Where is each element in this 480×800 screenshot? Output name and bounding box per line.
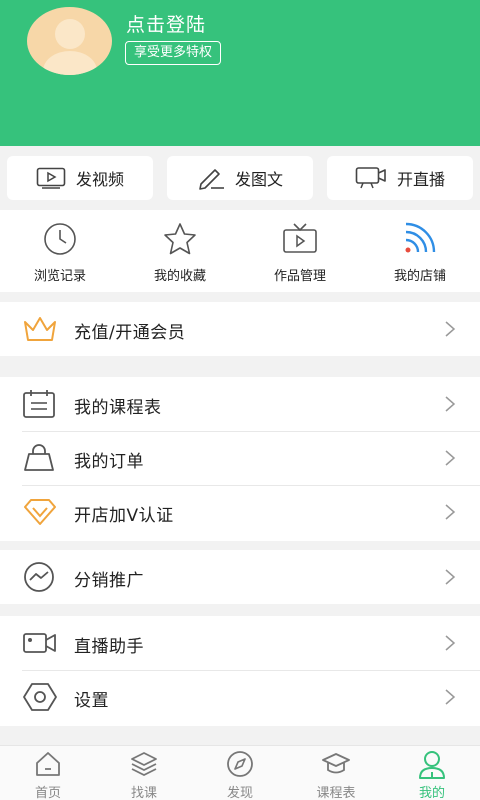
schedule-label: 我的课程表: [74, 398, 162, 418]
crown-icon: [24, 317, 56, 341]
user-icon: [419, 751, 445, 779]
distribution-label: 分销推广: [74, 571, 144, 591]
grid-item-favorites[interactable]: 我的收藏: [120, 210, 240, 292]
tab-discover-label: 发现: [226, 786, 253, 800]
chevron-right-icon: [445, 635, 456, 651]
post-video-label: 发视频: [75, 170, 124, 189]
clock-icon: [44, 223, 76, 255]
vip-group: 充值/开通会员: [0, 302, 480, 356]
chevron-right-icon: [445, 450, 456, 466]
shop-verify-label: 开店加V认证: [74, 506, 174, 526]
distribution-row[interactable]: 分销推广: [0, 550, 480, 604]
chevron-right-icon: [445, 321, 456, 337]
distribution-group: 分销推广: [0, 550, 480, 604]
star-icon: [164, 223, 196, 255]
shop-verify-row[interactable]: 开店加V认证: [0, 485, 480, 539]
go-live-button[interactable]: 开直播: [327, 156, 473, 200]
trend-icon: [24, 562, 54, 592]
chevron-right-icon: [445, 569, 456, 585]
pencil-icon: [199, 169, 224, 190]
settings-hexagon-icon: [23, 683, 57, 711]
tab-mine-label: 我的: [418, 786, 445, 800]
tab-mine[interactable]: 我的: [384, 746, 480, 800]
orders-label: 我的订单: [74, 452, 144, 472]
post-video-button[interactable]: 发视频: [7, 156, 153, 200]
compass-icon: [227, 751, 253, 777]
live-assistant-row[interactable]: 直播助手: [0, 616, 480, 670]
tab-schedule[interactable]: 课程表: [288, 746, 384, 800]
grid-item-shop[interactable]: 我的店铺: [360, 210, 480, 292]
chevron-right-icon: [445, 689, 456, 705]
grid-item-history[interactable]: 浏览记录: [0, 210, 120, 292]
grid-label-shop: 我的店铺: [393, 269, 446, 284]
diamond-icon: [24, 499, 56, 525]
avatar-body: [43, 51, 97, 75]
feature-grid: 浏览记录 我的收藏 作品管理 我的店铺: [0, 210, 480, 292]
go-live-label: 开直播: [396, 170, 445, 189]
graduation-cap-icon: [322, 753, 350, 774]
settings-row[interactable]: 设置: [0, 670, 480, 724]
tab-home[interactable]: 首页: [0, 746, 96, 800]
tv-icon: [283, 223, 317, 253]
grid-item-works[interactable]: 作品管理: [240, 210, 360, 292]
settings-label: 设置: [74, 691, 109, 711]
avatar-head: [55, 19, 85, 49]
bottom-tab-bar: 首页 找课 发现 课程表 我的: [0, 745, 480, 800]
avatar[interactable]: [27, 7, 112, 75]
vip-label: 充值/开通会员: [74, 323, 186, 343]
tab-discover[interactable]: 发现: [192, 746, 288, 800]
live-camera-icon: [355, 167, 386, 189]
vip-row[interactable]: 充值/开通会员: [0, 302, 480, 356]
grid-label-works: 作品管理: [273, 269, 326, 284]
tab-find-course[interactable]: 找课: [96, 746, 192, 800]
tab-schedule-label: 课程表: [316, 786, 356, 800]
settings-group: 直播助手 设置: [0, 616, 480, 726]
shopping-bag-icon: [24, 444, 54, 471]
grid-label-history: 浏览记录: [33, 269, 86, 284]
course-group: 我的课程表 我的订单 开店加V认证: [0, 377, 480, 541]
post-article-label: 发图文: [234, 170, 283, 189]
grid-label-favorites: 我的收藏: [153, 269, 206, 284]
login-link[interactable]: 点击登陆: [126, 10, 206, 37]
video-icon: [36, 167, 66, 189]
signal-icon: [405, 222, 436, 253]
live-assistant-label: 直播助手: [74, 637, 144, 657]
layers-icon: [131, 752, 157, 777]
chevron-right-icon: [445, 504, 456, 520]
profile-header: 点击登陆 享受更多特权: [0, 0, 480, 146]
camera-icon: [23, 633, 56, 653]
post-article-button[interactable]: 发图文: [167, 156, 313, 200]
tab-find-course-label: 找课: [130, 786, 157, 800]
calendar-icon: [23, 390, 55, 418]
privilege-badge[interactable]: 享受更多特权: [125, 41, 222, 65]
quick-actions: 发视频 发图文 开直播: [0, 146, 480, 210]
chevron-right-icon: [445, 396, 456, 412]
tab-home-label: 首页: [34, 786, 61, 800]
schedule-row[interactable]: 我的课程表: [0, 377, 480, 431]
home-icon: [36, 752, 60, 776]
orders-row[interactable]: 我的订单: [0, 431, 480, 485]
